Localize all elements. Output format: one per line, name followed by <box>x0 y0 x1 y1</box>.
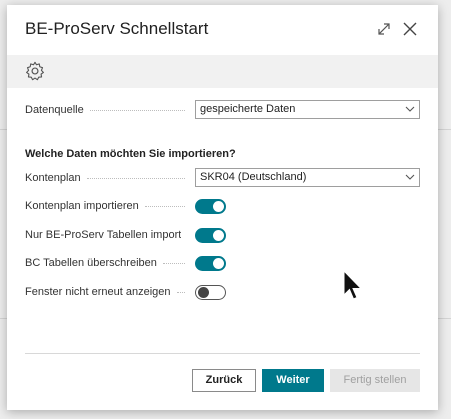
kontenplan-select[interactable]: SKR04 (Deutschland) <box>195 168 420 187</box>
nur-tabellen-label: Nur BE-ProServ Tabellen import... <box>25 229 181 241</box>
expand-icon[interactable] <box>374 19 394 39</box>
kontenplan-value: SKR04 (Deutschland) <box>200 171 307 183</box>
mouse-cursor-icon <box>343 270 363 300</box>
close-icon[interactable] <box>400 19 420 39</box>
action-bar <box>7 55 438 88</box>
datenquelle-select[interactable]: gespeicherte Daten <box>195 100 420 119</box>
nur-tabellen-toggle[interactable] <box>195 228 226 243</box>
kontenplan-import-toggle[interactable] <box>195 199 226 214</box>
next-button[interactable]: Weiter <box>262 369 324 392</box>
quickstart-dialog: BE-ProServ Schnellstart Datenquelle gesp… <box>7 5 438 410</box>
background-line <box>438 318 451 319</box>
back-button[interactable]: Zurück <box>192 369 256 392</box>
datenquelle-label: Datenquelle <box>25 103 185 117</box>
kontenplan-import-label: Kontenplan importieren <box>25 199 185 213</box>
bc-tabellen-label: BC Tabellen überschreiben <box>25 256 185 270</box>
background-line <box>438 129 451 130</box>
datenquelle-value: gespeicherte Daten <box>200 103 296 115</box>
dialog-title: BE-ProServ Schnellstart <box>25 19 209 38</box>
bc-tabellen-toggle[interactable] <box>195 256 226 271</box>
footer-divider <box>25 353 420 354</box>
gear-icon[interactable] <box>24 60 46 82</box>
finish-button[interactable]: Fertig stellen <box>330 369 420 392</box>
chevron-down-icon <box>405 174 415 180</box>
section-title: Welche Daten möchten Sie importieren? <box>25 148 236 160</box>
chevron-down-icon <box>405 106 415 112</box>
fenster-toggle[interactable] <box>195 285 226 300</box>
background-line <box>0 129 7 130</box>
kontenplan-label: Kontenplan <box>25 171 185 185</box>
fenster-label: Fenster nicht erneut anzeigen <box>25 285 185 299</box>
background-line <box>0 318 7 319</box>
